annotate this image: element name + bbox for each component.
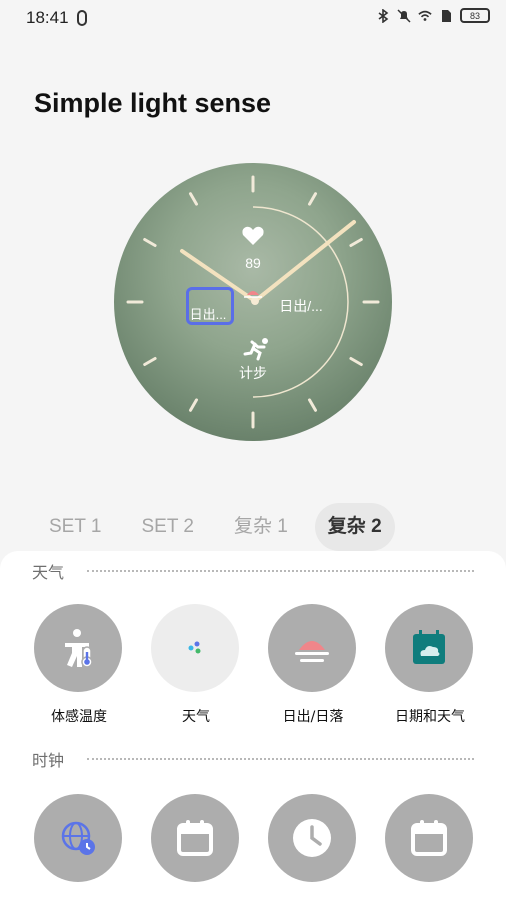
heart-rate-value: 89 — [245, 255, 261, 271]
option-label: 日期和天气 — [395, 709, 465, 725]
tab-complication-1[interactable]: 复杂 1 — [221, 503, 301, 551]
calendar-icon — [151, 794, 239, 882]
section-divider — [87, 570, 474, 572]
watch-dial-graphics — [126, 175, 380, 429]
date-complication-label: 日出/... — [279, 298, 323, 314]
option-date-weather[interactable]: 日期和天气 — [385, 604, 475, 726]
tab-complication-2[interactable]: 复杂 2 — [314, 503, 395, 551]
complication-tabs: SET 1 SET 2 复杂 1 复杂 2 — [36, 503, 395, 551]
option-world-clock[interactable] — [34, 794, 124, 882]
feels-like-temperature-icon — [34, 604, 122, 692]
clock-section-header: 时钟 — [32, 747, 474, 771]
tab-set-2[interactable]: SET 2 — [128, 503, 206, 551]
option-feels-like-temperature[interactable]: 体感温度 — [34, 604, 124, 726]
option-label: 日出/日落 — [282, 709, 344, 725]
watch-dial: 89 日出... 日出/... 计步 — [114, 163, 392, 441]
bluetooth-icon — [376, 8, 390, 23]
weather-section-title: 天气 — [32, 563, 65, 582]
clock-section-title: 时钟 — [32, 751, 65, 770]
wifi-icon — [418, 9, 432, 23]
sunrise-sunset-icon — [268, 604, 356, 692]
battery-icon: 83 — [460, 8, 490, 23]
date-weather-icon — [385, 604, 473, 692]
option-label: 天气 — [182, 709, 210, 725]
mute-icon — [397, 8, 411, 23]
calendar-icon — [385, 794, 473, 882]
steps-complication-label: 计步 — [239, 365, 267, 381]
section-divider — [87, 758, 474, 760]
status-bar: 18:41 83 — [0, 0, 506, 36]
watch-connection-icon — [77, 10, 87, 26]
complication-picker-sheet: 天气 体感温度 天气 日出/日落 日期和天气 时钟 — [0, 551, 506, 900]
watchface-preview[interactable]: 89 日出... 日出/... 计步 — [114, 163, 392, 441]
status-icons: 83 — [376, 8, 490, 23]
option-weather[interactable]: 天气 — [151, 604, 241, 726]
option-label: 体感温度 — [51, 709, 107, 725]
option-sunrise-sunset[interactable]: 日出/日落 — [268, 604, 358, 726]
world-clock-icon — [34, 794, 122, 882]
option-clock[interactable] — [268, 794, 358, 882]
clock-icon — [268, 794, 356, 882]
sunrise-complication-label: 日出... — [189, 307, 227, 322]
page-title: Simple light sense — [34, 88, 272, 118]
tab-set-1[interactable]: SET 1 — [36, 503, 114, 551]
weather-section-header: 天气 — [32, 559, 474, 583]
status-time: 18:41 — [26, 8, 69, 27]
sim-card-icon — [439, 9, 453, 23]
option-calendar-2[interactable] — [385, 794, 475, 882]
option-calendar[interactable] — [151, 794, 241, 882]
weather-dots-icon — [151, 604, 239, 692]
